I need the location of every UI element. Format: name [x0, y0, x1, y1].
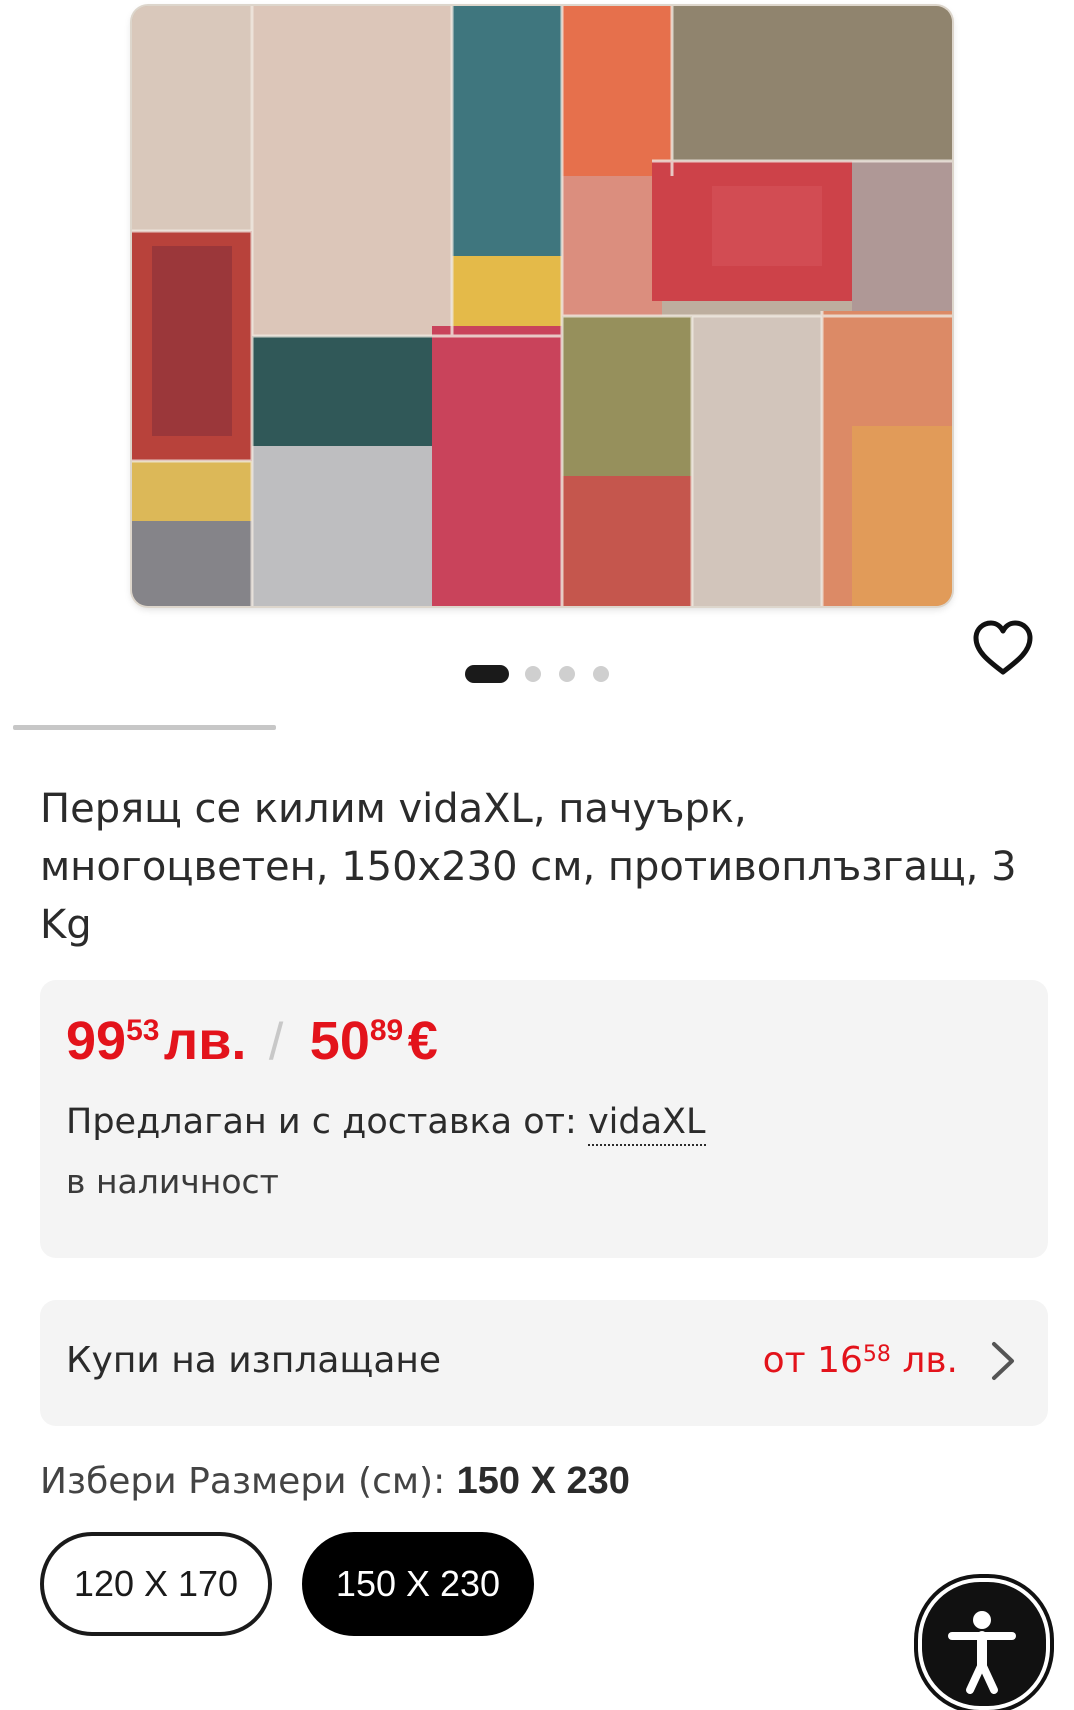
seller-prefix: Предлаган и с доставка от: [66, 1102, 577, 1142]
product-image[interactable] [132, 6, 952, 606]
gallery-dot-4[interactable] [593, 666, 609, 682]
price-separator: / [268, 1013, 284, 1071]
size-selector-label: Избери Размери (см): 150 X 230 [40, 1460, 630, 1503]
buy-on-installment-button[interactable]: Купи на изплащане от 1658 лв. [40, 1300, 1048, 1426]
installment-prefix: от [762, 1340, 806, 1381]
price-eur-currency: € [407, 1011, 438, 1071]
accessibility-icon [948, 1611, 1016, 1694]
favorite-heart-icon[interactable] [970, 618, 1036, 678]
installment-currency: лв. [902, 1340, 958, 1381]
price-box: 9953 лв. / 5089 € Предлаган и с доставка… [40, 980, 1048, 1258]
installment-price: от 1658 лв. [763, 1340, 958, 1381]
size-selected-value: 150 X 230 [456, 1460, 630, 1502]
gallery-dot-2[interactable] [525, 666, 541, 682]
price-bgn-whole: 99 [66, 1011, 127, 1071]
thumbnail-scrollbar[interactable] [13, 725, 276, 730]
size-option-150x230[interactable]: 150 X 230 [302, 1532, 534, 1636]
price-bgn-cents: 53 [126, 1014, 160, 1047]
installment-cents: 58 [862, 1342, 891, 1367]
product-gallery[interactable] [0, 0, 1074, 730]
product-title: Перящ се килим vidaXL, пачуърк, многоцве… [40, 786, 1017, 948]
price-eur-whole: 50 [309, 1011, 370, 1071]
size-option-120x170[interactable]: 120 X 170 [40, 1532, 272, 1636]
installment-label: Купи на изплащане [66, 1340, 442, 1381]
chevron-right-icon [992, 1342, 1014, 1380]
seller-info: Предлаган и с доставка от: vidaXL [66, 1102, 706, 1146]
accessibility-button[interactable] [918, 1578, 1050, 1710]
availability-status: в наличност [66, 1162, 279, 1201]
price-eur-cents: 89 [369, 1014, 404, 1047]
price-bgn-currency: лв. [163, 1011, 247, 1071]
price: 9953 лв. / 5089 € [66, 1010, 438, 1072]
gallery-dot-3[interactable] [559, 666, 575, 682]
gallery-dot-1[interactable] [465, 665, 509, 683]
size-label-text: Избери Размери (см): [40, 1461, 446, 1502]
seller-link[interactable]: vidaXL [587, 1102, 706, 1146]
installment-whole: 16 [817, 1340, 863, 1381]
